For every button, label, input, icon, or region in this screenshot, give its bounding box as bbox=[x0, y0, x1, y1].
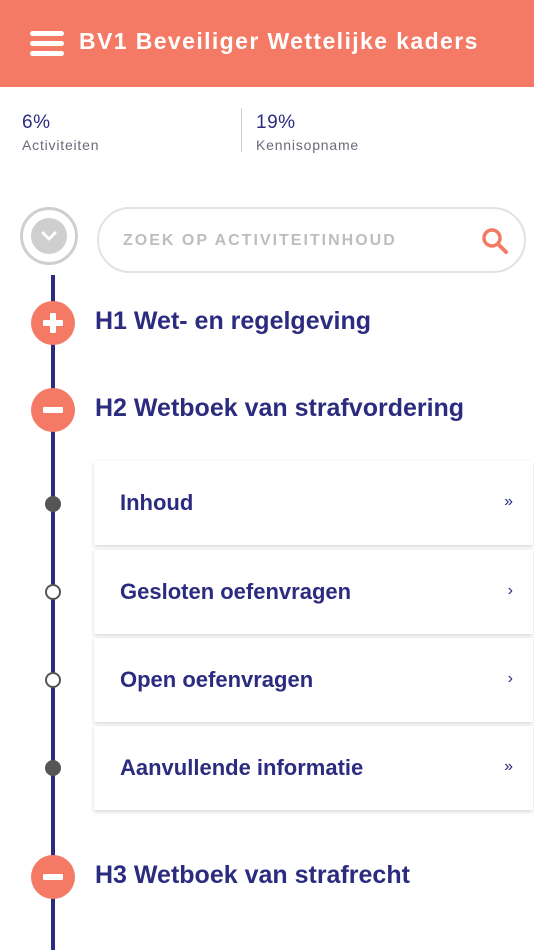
page-title: BV1 Beveiliger Wettelijke kaders bbox=[79, 28, 479, 54]
app-header: BV1 Beveiliger Wettelijke kaders bbox=[0, 0, 534, 87]
stat-activities: 6% Activiteiten bbox=[22, 112, 99, 153]
stat-knowledge-value: 19% bbox=[256, 112, 296, 133]
collapse-all-button[interactable] bbox=[20, 207, 78, 265]
activity-item-label: Aanvullende informatie bbox=[120, 755, 364, 780]
stat-activities-value: 6% bbox=[22, 112, 51, 133]
timeline-line bbox=[51, 275, 55, 950]
progress-node-open bbox=[45, 584, 61, 600]
minus-icon[interactable] bbox=[31, 388, 75, 432]
chapter-h1[interactable]: H1 Wet- en regelgeving bbox=[0, 301, 534, 345]
stats-divider bbox=[241, 108, 242, 152]
activity-item-inhoud[interactable]: Inhoud » bbox=[94, 461, 533, 545]
minus-icon[interactable] bbox=[31, 855, 75, 899]
chapter-h3-title: H3 Wetboek van strafrecht bbox=[95, 861, 410, 889]
stat-knowledge-label: Kennisopname bbox=[256, 137, 359, 153]
plus-icon[interactable] bbox=[31, 301, 75, 345]
double-chevron-right-icon: » bbox=[504, 493, 513, 510]
stat-knowledge: 19% Kennisopname bbox=[256, 112, 359, 153]
search-bar bbox=[97, 207, 526, 273]
chapter-h2-title: H2 Wetboek van strafvordering bbox=[95, 394, 465, 422]
activity-item-label: Open oefenvragen bbox=[120, 667, 314, 692]
stat-activities-label: Activiteiten bbox=[22, 137, 100, 153]
activity-item-label: Gesloten oefenvragen bbox=[120, 579, 352, 604]
progress-node-completed bbox=[45, 496, 61, 512]
chevron-right-icon: › bbox=[507, 582, 513, 599]
chapter-h2[interactable]: H2 Wetboek van strafvordering bbox=[0, 388, 534, 432]
hamburger-menu-icon[interactable] bbox=[30, 31, 64, 57]
activity-item-aanvullende-informatie[interactable]: Aanvullende informatie » bbox=[94, 726, 533, 810]
progress-node-open bbox=[45, 672, 61, 688]
progress-node-completed bbox=[45, 760, 61, 776]
activity-item-gesloten-oefenvragen[interactable]: Gesloten oefenvragen › bbox=[94, 550, 533, 634]
activity-item-open-oefenvragen[interactable]: Open oefenvragen › bbox=[94, 638, 533, 722]
search-input[interactable] bbox=[123, 229, 453, 253]
chapter-h3[interactable]: H3 Wetboek van strafrecht bbox=[0, 855, 534, 899]
chevron-down-icon bbox=[31, 218, 67, 254]
activity-item-label: Inhoud bbox=[120, 490, 194, 515]
chevron-right-icon: › bbox=[507, 670, 513, 687]
search-icon[interactable] bbox=[481, 227, 509, 260]
double-chevron-right-icon: » bbox=[504, 758, 513, 775]
chapter-h1-title: H1 Wet- en regelgeving bbox=[95, 307, 371, 335]
